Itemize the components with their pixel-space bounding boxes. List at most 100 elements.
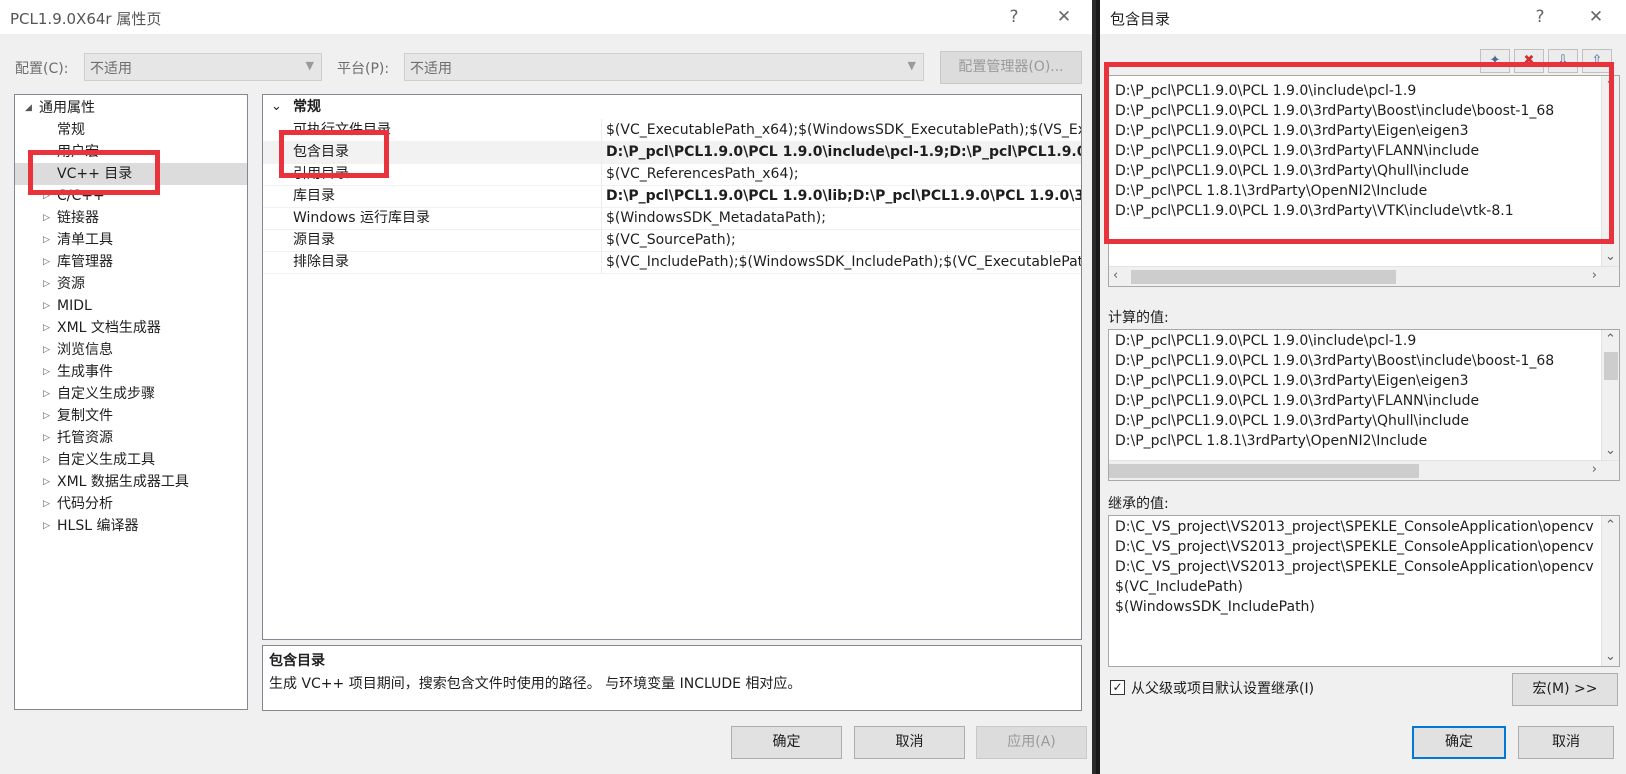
computed-values-list[interactable]: D:\P_pcl\PCL1.9.0\PCL 1.9.0\include\pcl-…	[1108, 329, 1620, 481]
grid-row[interactable]: Windows 运行库目录 $(WindowsSDK_MetadataPath);	[263, 207, 1081, 230]
expand-icon[interactable]: ▷	[43, 449, 50, 471]
expand-icon[interactable]: ▷	[43, 251, 50, 273]
list-item[interactable]: D:\P_pcl\PCL1.9.0\PCL 1.9.0\3rdParty\Eig…	[1115, 371, 1469, 391]
list-item[interactable]: D:\C_VS_project\VS2013_project\SPEKLE_Co…	[1115, 517, 1594, 537]
scroll-right-icon[interactable]: ›	[1592, 268, 1597, 283]
list-item[interactable]: D:\P_pcl\PCL 1.8.1\3rdParty\OpenNI2\Incl…	[1115, 431, 1427, 451]
inherit-checkbox[interactable]: ✓	[1110, 680, 1125, 695]
scroll-down-icon[interactable]: ⌄	[1605, 649, 1616, 664]
grid-row-value[interactable]: $(VC_IncludePath);$(WindowsSDK_IncludePa…	[601, 251, 1081, 273]
tree-item[interactable]: ▷ XML 数据生成器工具	[15, 471, 247, 493]
grid-row-value[interactable]: D:\P_pcl\PCL1.9.0\PCL 1.9.0\lib;D:\P_pcl…	[601, 185, 1081, 207]
grid-row[interactable]: 源目录 $(VC_SourcePath);	[263, 229, 1081, 252]
tree-item[interactable]: ▷ 库管理器	[15, 251, 247, 273]
scroll-thumb[interactable]	[1131, 270, 1396, 284]
vertical-scrollbar[interactable]: ⌃ ⌄	[1601, 516, 1619, 666]
tree-item-label: 链接器	[57, 210, 99, 226]
horizontal-scrollbar[interactable]: ‹ ›	[1109, 266, 1619, 286]
expand-icon[interactable]: ▷	[43, 405, 50, 427]
tree-item-label: 生成事件	[57, 364, 113, 380]
expand-icon[interactable]: ▷	[43, 339, 50, 361]
tree-item[interactable]: ▷ 自定义生成工具	[15, 449, 247, 471]
macros-button[interactable]: 宏(M) >>	[1512, 673, 1618, 706]
horizontal-scrollbar[interactable]: ‹ ›	[1109, 460, 1619, 480]
expand-icon[interactable]: ▷	[43, 273, 50, 295]
tree-item[interactable]: 常规	[15, 119, 247, 141]
grid-row-value[interactable]: $(VC_ReferencesPath_x64);	[601, 163, 1081, 185]
expand-icon[interactable]: ▷	[43, 317, 50, 339]
scroll-left-icon[interactable]: ‹	[1113, 268, 1118, 283]
list-item[interactable]: D:\P_pcl\PCL1.9.0\PCL 1.9.0\include\pcl-…	[1115, 331, 1416, 351]
scroll-up-icon[interactable]: ⌃	[1605, 518, 1616, 533]
tree-item-label: 托管资源	[57, 430, 113, 446]
grid-section-header[interactable]: ⌄ 常规	[263, 96, 1081, 119]
tree-item[interactable]: ▷ 复制文件	[15, 405, 247, 427]
expand-icon[interactable]: ▷	[43, 515, 50, 537]
list-item[interactable]: D:\C_VS_project\VS2013_project\SPEKLE_Co…	[1115, 557, 1594, 577]
scroll-down-icon[interactable]: ⌄	[1605, 249, 1616, 264]
description-text: 生成 VC++ 项目期间，搜索包含文件时使用的路径。 与环境变量 INCLUDE…	[269, 676, 802, 692]
help-button[interactable]: ?	[1000, 5, 1028, 29]
expand-icon[interactable]: ▷	[43, 295, 50, 317]
list-item[interactable]: D:\P_pcl\PCL1.9.0\PCL 1.9.0\3rdParty\Qhu…	[1115, 411, 1469, 431]
expand-icon[interactable]: ▷	[43, 493, 50, 515]
annotation-box-include-list	[1104, 62, 1614, 244]
tree-item-label: 自定义生成工具	[57, 452, 155, 468]
tree-item[interactable]: ▷ 生成事件	[15, 361, 247, 383]
chevron-down-icon: ▼	[305, 59, 314, 72]
expand-icon[interactable]: ▷	[43, 361, 50, 383]
close-button[interactable]: ✕	[1050, 5, 1078, 29]
tree-item[interactable]: ▷ 自定义生成步骤	[15, 383, 247, 405]
config-combo[interactable]: 不适用 ▼	[84, 53, 322, 81]
scroll-up-icon[interactable]: ⌃	[1605, 332, 1616, 347]
tree-item[interactable]: ▷ HLSL 编译器	[15, 515, 247, 537]
vertical-scrollbar[interactable]: ⌃ ⌄	[1601, 330, 1619, 460]
cancel-button[interactable]: 取消	[1518, 726, 1614, 759]
inherit-checkbox-label[interactable]: 从父级或项目默认设置继承(I)	[1131, 678, 1314, 698]
tree-item[interactable]: ▷ 资源	[15, 273, 247, 295]
list-item[interactable]: $(WindowsSDK_IncludePath)	[1115, 597, 1315, 617]
grid-row-value[interactable]: $(VC_ExecutablePath_x64);$(WindowsSDK_Ex…	[601, 119, 1081, 141]
ok-button[interactable]: 确定	[731, 726, 842, 759]
tree-item[interactable]: ◢ 通用属性	[15, 97, 247, 119]
tree-item[interactable]: ▷ MIDL	[15, 295, 247, 317]
expand-icon[interactable]: ▷	[43, 383, 50, 405]
scroll-thumb[interactable]	[1109, 464, 1419, 478]
scroll-right-icon[interactable]: ›	[1592, 462, 1597, 477]
grid-row-value[interactable]: $(WindowsSDK_MetadataPath);	[601, 207, 1081, 229]
list-item[interactable]: D:\C_VS_project\VS2013_project\SPEKLE_Co…	[1115, 537, 1594, 557]
tree-item[interactable]: ▷ 代码分析	[15, 493, 247, 515]
tree-item-label: 清单工具	[57, 232, 113, 248]
tree-item[interactable]: ▷ 清单工具	[15, 229, 247, 251]
list-item[interactable]: D:\P_pcl\PCL1.9.0\PCL 1.9.0\3rdParty\Boo…	[1115, 351, 1554, 371]
grid-row[interactable]: 库目录 D:\P_pcl\PCL1.9.0\PCL 1.9.0\lib;D:\P_…	[263, 185, 1081, 208]
expand-icon[interactable]: ▷	[43, 207, 50, 229]
grid-row-value[interactable]: $(VC_SourcePath);	[601, 229, 1081, 251]
apply-button[interactable]: 应用(A)	[976, 726, 1087, 759]
description-panel: 包含目录 生成 VC++ 项目期间，搜索包含文件时使用的路径。 与环境变量 IN…	[262, 645, 1082, 711]
cancel-button[interactable]: 取消	[854, 726, 965, 759]
expand-icon[interactable]: ▷	[43, 229, 50, 251]
chevron-down-icon: ⌄	[271, 99, 282, 114]
tree-item[interactable]: ▷ 托管资源	[15, 427, 247, 449]
expand-icon[interactable]: ▷	[43, 471, 50, 493]
config-manager-button[interactable]: 配置管理器(O)...	[940, 51, 1082, 84]
tree-item[interactable]: ▷ 浏览信息	[15, 339, 247, 361]
list-item[interactable]: $(VC_IncludePath)	[1115, 577, 1243, 597]
close-button[interactable]: ✕	[1582, 5, 1610, 29]
list-item[interactable]: D:\P_pcl\PCL1.9.0\PCL 1.9.0\3rdParty\FLA…	[1115, 391, 1479, 411]
inherited-values-list[interactable]: D:\C_VS_project\VS2013_project\SPEKLE_Co…	[1108, 515, 1620, 667]
description-title: 包含目录	[269, 653, 325, 669]
scroll-down-icon[interactable]: ⌄	[1605, 443, 1616, 458]
scroll-thumb[interactable]	[1604, 352, 1618, 380]
tree-item[interactable]: ▷ 链接器	[15, 207, 247, 229]
collapse-icon[interactable]: ◢	[25, 97, 32, 119]
ok-button[interactable]: 确定	[1412, 726, 1506, 759]
platform-combo[interactable]: 不适用 ▼	[404, 53, 924, 81]
grid-row-value[interactable]: D:\P_pcl\PCL1.9.0\PCL 1.9.0\include\pcl-…	[601, 141, 1081, 163]
tree-item[interactable]: ▷ XML 文档生成器	[15, 317, 247, 339]
expand-icon[interactable]: ▷	[43, 427, 50, 449]
inherited-values-label: 继承的值:	[1108, 496, 1169, 512]
grid-row[interactable]: 排除目录 $(VC_IncludePath);$(WindowsSDK_Inclu…	[263, 251, 1081, 274]
help-button[interactable]: ?	[1526, 5, 1554, 29]
